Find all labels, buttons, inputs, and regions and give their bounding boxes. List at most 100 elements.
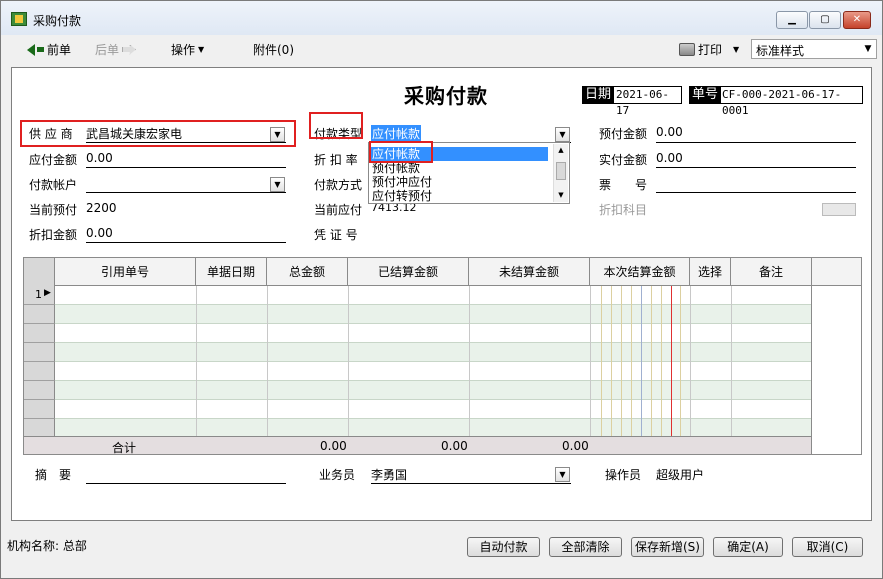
col-select[interactable]: 选择 xyxy=(690,258,731,286)
salesman-dropdown-button[interactable]: ▼ xyxy=(555,467,570,482)
row-header[interactable] xyxy=(24,362,55,381)
row-header[interactable] xyxy=(24,305,55,324)
table-row[interactable] xyxy=(24,324,811,343)
chevron-down-icon[interactable]: ▼ xyxy=(554,189,568,202)
row-header[interactable] xyxy=(24,400,55,419)
confirm-button[interactable]: 确定(A) xyxy=(713,537,783,557)
close-button[interactable]: ✕ xyxy=(843,11,871,29)
row-number: 1 xyxy=(35,288,42,301)
current-prepay-value: 2200 xyxy=(86,201,117,215)
date-label: 日期 xyxy=(582,86,615,104)
col-ref-no[interactable]: 引用单号 xyxy=(55,258,196,286)
print-style-select[interactable]: 标准样式 ▼ xyxy=(751,39,877,59)
maximize-button[interactable]: ▢ xyxy=(809,11,841,29)
scroll-thumb[interactable] xyxy=(556,162,566,180)
col-total-amount[interactable]: 总金额 xyxy=(267,258,348,286)
total-label: 合计 xyxy=(112,441,137,455)
cancel-button[interactable]: 取消(C) xyxy=(792,537,863,557)
operations-menu[interactable]: 操作 ▼ xyxy=(171,41,204,58)
account-dropdown-button[interactable]: ▼ xyxy=(270,177,285,192)
date-value: 2021-06-17 xyxy=(612,86,682,117)
highlight-dropdown-option xyxy=(369,141,433,163)
discount-subject-select[interactable] xyxy=(822,203,856,216)
actual-paid-value[interactable]: 0.00 xyxy=(656,151,683,165)
print-style-value: 标准样式 xyxy=(756,44,805,58)
operations-label: 操作 xyxy=(171,43,196,57)
app-icon xyxy=(11,12,27,26)
current-prepay-label: 当前预付 xyxy=(29,203,78,217)
toolbar: 前单 后单 操作 ▼ 附件(0) 打印 ▼ 标准样式 ▼ xyxy=(11,35,877,65)
chevron-down-icon: ▼ xyxy=(861,41,875,57)
total-settled: 0.00 xyxy=(441,439,468,453)
attachments-button[interactable]: 附件(0) xyxy=(253,41,294,58)
ticket-no-input[interactable] xyxy=(656,192,856,193)
print-label: 打印 xyxy=(698,43,723,57)
prev-doc-label: 前单 xyxy=(47,43,72,57)
grid-header: 引用单号 单据日期 总金额 已结算金额 未结算金额 本次结算金额 选择 备注 xyxy=(24,258,861,286)
row-header[interactable] xyxy=(24,324,55,343)
prev-doc-button[interactable]: 前单 xyxy=(27,41,71,58)
total-amount: 0.00 xyxy=(320,439,347,453)
caret-down-icon: ▼ xyxy=(733,45,740,54)
document-panel: 采购付款 日期 2021-06-17 单号 CF-000-2021-06-17-… xyxy=(11,67,872,521)
payment-type-input[interactable]: 应付帐款 xyxy=(371,125,422,142)
dropdown-option[interactable]: 应付转预付 xyxy=(372,189,432,203)
arrow-left-icon xyxy=(27,43,35,56)
dropdown-option[interactable]: 预付冲应付 xyxy=(372,175,432,189)
table-row[interactable] xyxy=(24,400,811,419)
next-doc-button[interactable]: 后单 xyxy=(95,41,137,58)
total-unsettled: 0.00 xyxy=(562,439,589,453)
printer-icon xyxy=(679,43,695,56)
discount-amount-value[interactable]: 0.00 xyxy=(86,226,113,240)
dropdown-scrollbar[interactable]: ▲ ▼ xyxy=(553,144,568,202)
page-title: 采购付款 xyxy=(404,84,488,108)
window-title: 采购付款 xyxy=(33,14,82,28)
col-this-settle[interactable]: 本次结算金额 xyxy=(590,258,690,286)
memo-label: 摘 要 xyxy=(35,468,72,482)
current-row-icon: ▶ xyxy=(44,288,51,298)
account-label: 付款帐户 xyxy=(29,178,78,192)
table-row[interactable] xyxy=(24,362,811,381)
table-row[interactable] xyxy=(24,305,811,324)
salesman-input[interactable]: 李勇国 xyxy=(371,466,407,483)
operator-label: 操作员 xyxy=(605,468,642,482)
discount-amount-label: 折扣金额 xyxy=(29,228,78,242)
table-row[interactable] xyxy=(24,381,811,400)
col-settled[interactable]: 已结算金额 xyxy=(348,258,469,286)
prepay-amount-value[interactable]: 0.00 xyxy=(656,125,683,139)
ticket-no-label: 票 号 xyxy=(599,178,648,192)
salesman-label: 业务员 xyxy=(319,468,356,482)
memo-input[interactable] xyxy=(86,483,286,484)
row-header[interactable] xyxy=(24,343,55,362)
chevron-up-icon[interactable]: ▲ xyxy=(554,144,568,157)
purchase-payment-window: 采购付款 ▁ ▢ ✕ 前单 后单 操作 ▼ 附件(0) 打印 ▼ 标准样式 ▼ xyxy=(0,0,883,579)
payable-label: 应付金额 xyxy=(29,153,78,167)
minimize-button[interactable]: ▁ xyxy=(776,11,808,29)
prepay-amount-label: 预付金额 xyxy=(599,127,648,141)
print-button[interactable]: 打印 ▼ xyxy=(679,41,739,58)
row-header[interactable] xyxy=(24,381,55,400)
grid-corner xyxy=(24,258,55,286)
col-unsettled[interactable]: 未结算金额 xyxy=(469,258,590,286)
status-bar: 机构名称: 总部 自动付款 全部清除 保存新增(S) 确定(A) 取消(C) xyxy=(1,526,882,578)
save-new-button[interactable]: 保存新增(S) xyxy=(631,537,704,557)
detail-grid[interactable]: 引用单号 单据日期 总金额 已结算金额 未结算金额 本次结算金额 选择 备注 1… xyxy=(23,257,862,455)
dropdown-option[interactable]: 预付帐款 xyxy=(372,161,420,175)
title-bar: 采购付款 ▁ ▢ ✕ xyxy=(1,1,882,35)
doc-no-label: 单号 xyxy=(689,86,722,104)
payment-type-dropdown-button[interactable]: ▼ xyxy=(555,127,570,142)
caret-down-icon: ▼ xyxy=(198,45,205,54)
payable-value[interactable]: 0.00 xyxy=(86,151,113,165)
next-doc-label: 后单 xyxy=(95,43,120,57)
table-row[interactable] xyxy=(24,286,811,305)
arrow-right-icon xyxy=(122,44,137,55)
row-header[interactable]: 1 ▶ xyxy=(24,286,55,305)
col-remark[interactable]: 备注 xyxy=(731,258,812,286)
attachments-label: 附件(0) xyxy=(253,43,294,57)
clear-all-button[interactable]: 全部清除 xyxy=(549,537,622,557)
auto-pay-button[interactable]: 自动付款 xyxy=(467,537,540,557)
discount-rate-label: 折 扣 率 xyxy=(314,153,358,167)
table-row[interactable] xyxy=(24,343,811,362)
col-doc-date[interactable]: 单据日期 xyxy=(196,258,267,286)
payment-method-label: 付款方式 xyxy=(314,178,363,192)
